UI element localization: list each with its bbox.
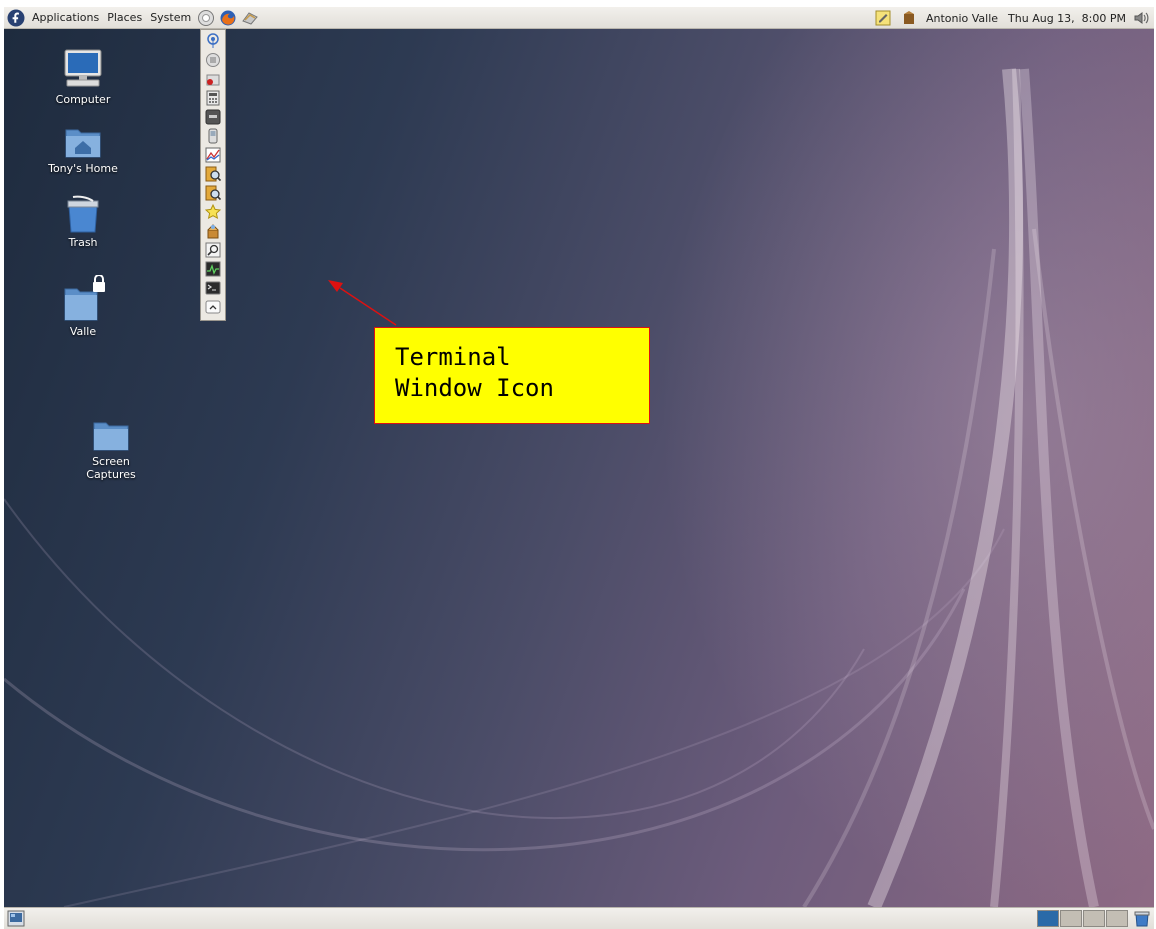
- bookmark-star-icon[interactable]: [204, 203, 222, 221]
- desktop-icon-valle[interactable]: Valle: [38, 275, 128, 338]
- volume-icon[interactable]: [1132, 9, 1150, 27]
- trash-icon: [67, 195, 99, 233]
- desktop-icon-label: Tony's Home: [48, 162, 118, 175]
- fedora-logo-icon[interactable]: [7, 9, 25, 27]
- desktop[interactable]: Computer Tony's Home Trash Valle Screen …: [4, 29, 1154, 907]
- email-icon[interactable]: [241, 9, 259, 27]
- desktop-icon-computer[interactable]: Computer: [38, 47, 128, 106]
- package-updater-icon[interactable]: [902, 10, 916, 26]
- workspace-3[interactable]: [1083, 910, 1105, 927]
- show-desktop-icon[interactable]: [7, 910, 25, 927]
- trash-applet-icon[interactable]: [1133, 910, 1151, 927]
- terminal-icon[interactable]: [204, 279, 222, 297]
- places-menu[interactable]: Places: [103, 11, 146, 24]
- desktop-icon-label: Screen Captures: [86, 455, 136, 481]
- image-viewer-icon[interactable]: [204, 165, 222, 183]
- desktop-icon-screen-captures[interactable]: Screen Captures: [66, 417, 156, 481]
- drawer-collapse-icon[interactable]: [204, 298, 222, 316]
- top-panel: Applications Places System Antonio Valle…: [4, 7, 1154, 29]
- applications-menu[interactable]: Applications: [28, 11, 103, 24]
- calculator-icon[interactable]: [204, 89, 222, 107]
- monitor-icon[interactable]: [204, 108, 222, 126]
- chart-icon[interactable]: [204, 146, 222, 164]
- wallpaper-swoosh: [4, 68, 1154, 907]
- desktop-icon-home[interactable]: Tony's Home: [38, 124, 128, 175]
- workspace-4[interactable]: [1106, 910, 1128, 927]
- workspace-2[interactable]: [1060, 910, 1082, 927]
- record-icon[interactable]: [204, 70, 222, 88]
- computer-icon: [64, 49, 102, 87]
- locked-folder-icon: [64, 275, 105, 321]
- user-name[interactable]: Antonio Valle: [926, 12, 998, 25]
- desktop-icon-trash[interactable]: Trash: [38, 194, 128, 249]
- search-icon[interactable]: [204, 241, 222, 259]
- tomboy-notes-icon[interactable]: [874, 9, 892, 27]
- desktop-icon-label: Trash: [68, 236, 98, 249]
- workspace-1[interactable]: [1037, 910, 1059, 927]
- package-icon[interactable]: [204, 222, 222, 240]
- firefox-icon[interactable]: [219, 9, 237, 27]
- system-menu[interactable]: System: [146, 11, 195, 24]
- connection-icon[interactable]: [204, 51, 222, 69]
- clock[interactable]: Thu Aug 13, 8:00 PM: [1008, 12, 1126, 25]
- folder-icon: [93, 422, 129, 451]
- menu-bar: Applications Places System: [4, 7, 261, 28]
- system-tray: Antonio Valle Thu Aug 13, 8:00 PM: [868, 7, 1150, 29]
- network-icon[interactable]: [204, 32, 222, 50]
- desktop-icon-label: Computer: [55, 93, 111, 106]
- system-monitor-icon[interactable]: [204, 260, 222, 278]
- home-folder-icon: [65, 129, 101, 158]
- panel-drawer: [200, 29, 226, 321]
- help-icon[interactable]: [197, 9, 215, 27]
- desktop-icon-label: Valle: [69, 325, 97, 338]
- phone-icon[interactable]: [204, 127, 222, 145]
- bottom-panel: [4, 907, 1154, 929]
- image-viewer-icon[interactable]: [204, 184, 222, 202]
- annotation-callout: Terminal Window Icon: [374, 327, 650, 424]
- workspace-switcher: [1036, 910, 1128, 927]
